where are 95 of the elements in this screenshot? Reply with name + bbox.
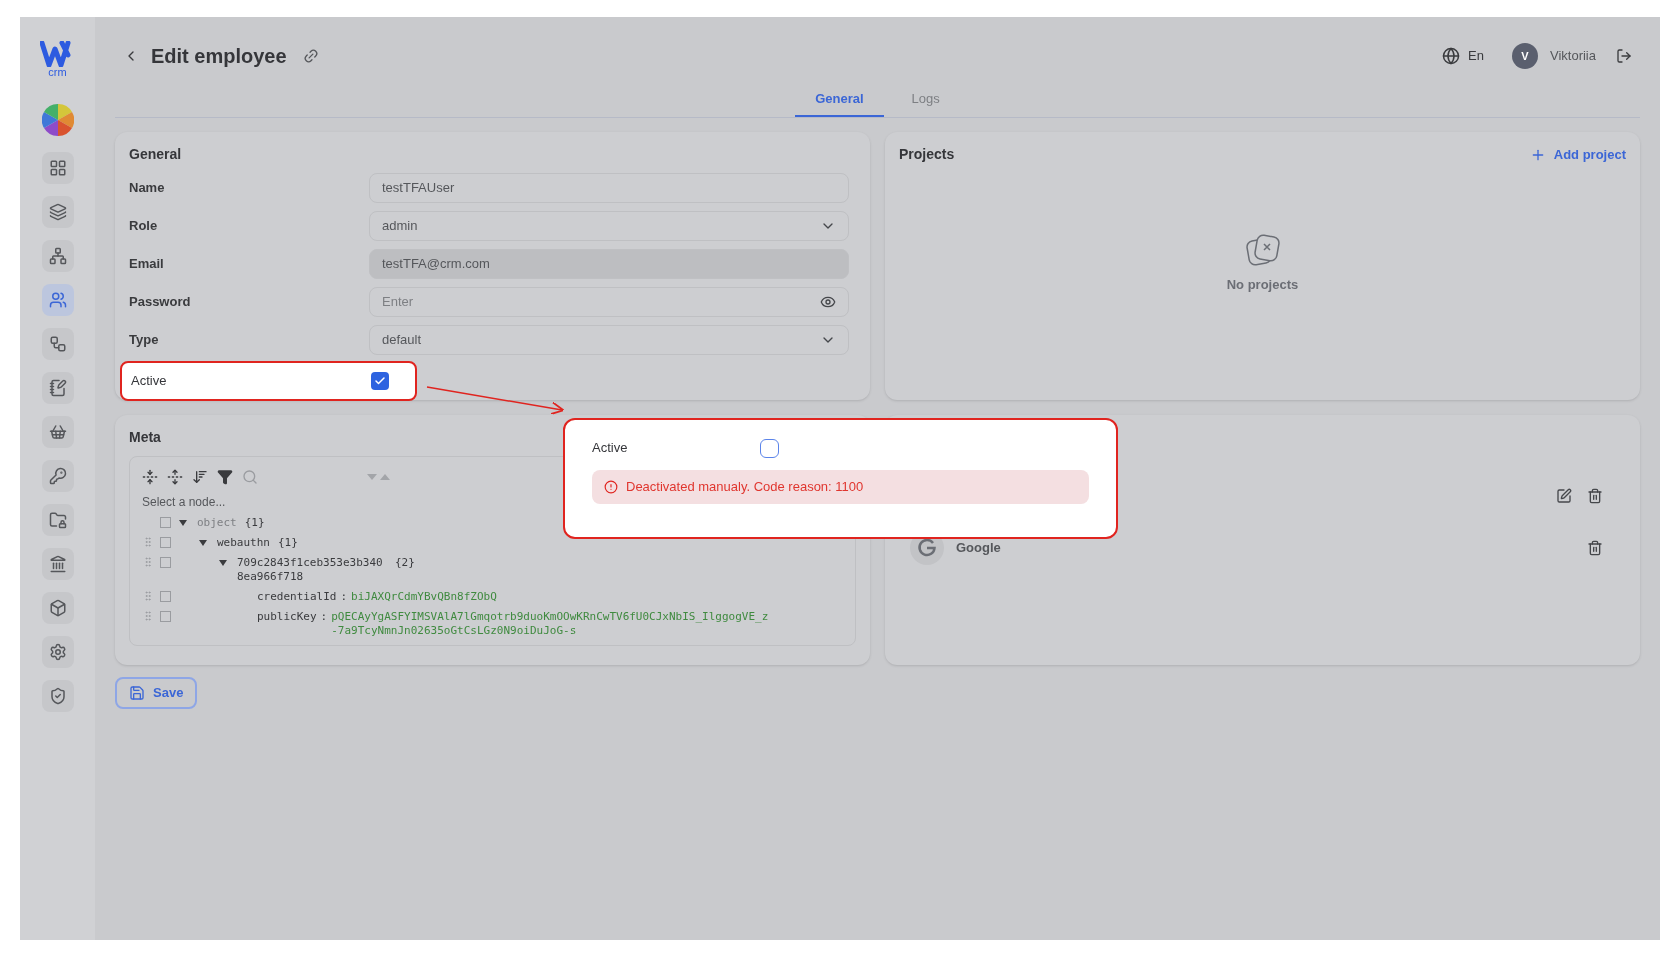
field-label: Active [131, 372, 168, 391]
field-label: Email [129, 255, 165, 274]
card-title: Projects [899, 145, 955, 164]
node-search-text: Select a node... [142, 494, 227, 511]
basket-icon [48, 423, 67, 441]
sidebar-item[interactable] [41, 680, 74, 712]
eye-icon[interactable] [820, 294, 836, 310]
field-label: Active [592, 439, 629, 458]
account-name: Google [956, 539, 1001, 558]
sidebar-item[interactable] [41, 152, 74, 184]
caret-icon[interactable] [179, 519, 187, 527]
sidebar-item[interactable] [41, 416, 74, 448]
edit-icon[interactable] [1556, 488, 1572, 504]
node-count: {1} [278, 536, 298, 550]
node-key: webauthn [217, 536, 270, 550]
key-icon [48, 467, 67, 485]
empty-projects-icon [1243, 233, 1282, 267]
node-key: publicKey [257, 610, 317, 624]
node-value: pQECAyYgASFYIMSVAlA7lGmqotrb9duoKmOOwKRnCwTV6fU0CJxNbIS_IlggogVE_z-7a9TcyNmnJn02635oGtCsLGz0N9oiDuJoG-s [331, 610, 770, 638]
node-key: object [197, 516, 237, 530]
logo-text: crm [48, 67, 67, 78]
alert-icon [604, 480, 618, 494]
users-icon [48, 291, 67, 309]
input-field[interactable]: Enter [369, 287, 849, 317]
input-field[interactable]: testTFA@crm.com [369, 249, 849, 279]
notes-icon [48, 379, 67, 397]
collapse-all-icon[interactable] [142, 469, 158, 485]
page-title: Edit employee [151, 44, 287, 69]
expand-all-icon[interactable] [167, 469, 183, 485]
cube-icon [48, 599, 67, 617]
node-checkbox[interactable] [160, 537, 171, 548]
checkbox[interactable] [371, 372, 389, 390]
caret-icon[interactable] [219, 559, 227, 567]
node-value: biJAXQrCdmYBvQBn8fZObQ [351, 590, 498, 604]
sidebar-item[interactable] [41, 504, 74, 536]
color-wheel-icon[interactable] [41, 104, 74, 136]
check-icon [374, 375, 386, 387]
node-checkbox[interactable] [160, 611, 171, 622]
sidebar-item[interactable] [41, 548, 74, 580]
node-checkbox[interactable] [160, 517, 171, 528]
field-label: Name [129, 179, 166, 198]
field-label: Role [129, 217, 159, 236]
separator: : [320, 610, 328, 624]
select-field[interactable]: admin [369, 211, 849, 241]
sidebar-item[interactable] [41, 592, 74, 624]
input-field[interactable]: testTFAUser [369, 173, 849, 203]
drag-handle-icon[interactable] [142, 536, 154, 548]
drag-handle-icon[interactable] [142, 610, 154, 622]
tab[interactable]: General [795, 83, 884, 117]
user-avatar[interactable]: V [1512, 43, 1538, 69]
field-label: Password [129, 293, 192, 312]
trash-icon[interactable] [1587, 488, 1603, 504]
sidebar-item[interactable] [41, 328, 74, 360]
hierarchy-icon [48, 247, 67, 265]
node-checkbox[interactable] [160, 591, 171, 602]
shield-icon [48, 687, 67, 705]
error-message: Deactivated manualy. Code reason: 1100 [626, 478, 864, 497]
sidebar-item[interactable] [41, 284, 74, 316]
sort-icon[interactable] [192, 469, 208, 485]
nodes-icon [48, 335, 67, 353]
filter-icon[interactable] [217, 469, 233, 485]
node-checkbox[interactable] [160, 557, 171, 568]
field-label: Type [129, 331, 160, 350]
add-project-link[interactable]: Add project [1529, 144, 1626, 165]
tab[interactable]: Logs [891, 83, 960, 117]
node-key: credentialId [257, 590, 337, 604]
folder-icon [48, 511, 67, 529]
separator: : [340, 590, 348, 604]
drag-handle-icon[interactable] [142, 556, 154, 568]
save-button[interactable]: Save [115, 677, 198, 709]
empty-state-text: No projects [1226, 276, 1299, 294]
trash-icon[interactable] [1587, 540, 1603, 556]
node-count: {2} [395, 556, 415, 570]
sidebar-item[interactable] [41, 372, 74, 404]
grid-icon [48, 159, 67, 177]
sidebar-item[interactable] [41, 196, 74, 228]
language-label[interactable]: En [1468, 46, 1484, 66]
drag-handle-icon[interactable] [142, 590, 154, 602]
node-count: {1} [244, 516, 265, 530]
layers-icon [48, 203, 67, 221]
checkbox[interactable] [760, 438, 779, 458]
save-icon [129, 685, 145, 701]
user-name: Viktoriia [1550, 47, 1596, 66]
caret-icon[interactable] [199, 539, 207, 547]
sidebar-item[interactable] [41, 636, 74, 668]
node-key: 709c2843f1ceb353e3b3408ea966f718 [237, 556, 387, 584]
globe-icon[interactable] [1442, 47, 1461, 65]
card-title: General [129, 145, 182, 164]
sidebar-item[interactable] [41, 460, 74, 492]
card-title: Meta [129, 428, 161, 447]
settings-icon [48, 643, 67, 661]
sidebar-item[interactable] [41, 240, 74, 272]
bank-icon [48, 555, 67, 573]
select-field[interactable]: default [369, 325, 849, 355]
logout-icon[interactable] [1616, 48, 1632, 64]
